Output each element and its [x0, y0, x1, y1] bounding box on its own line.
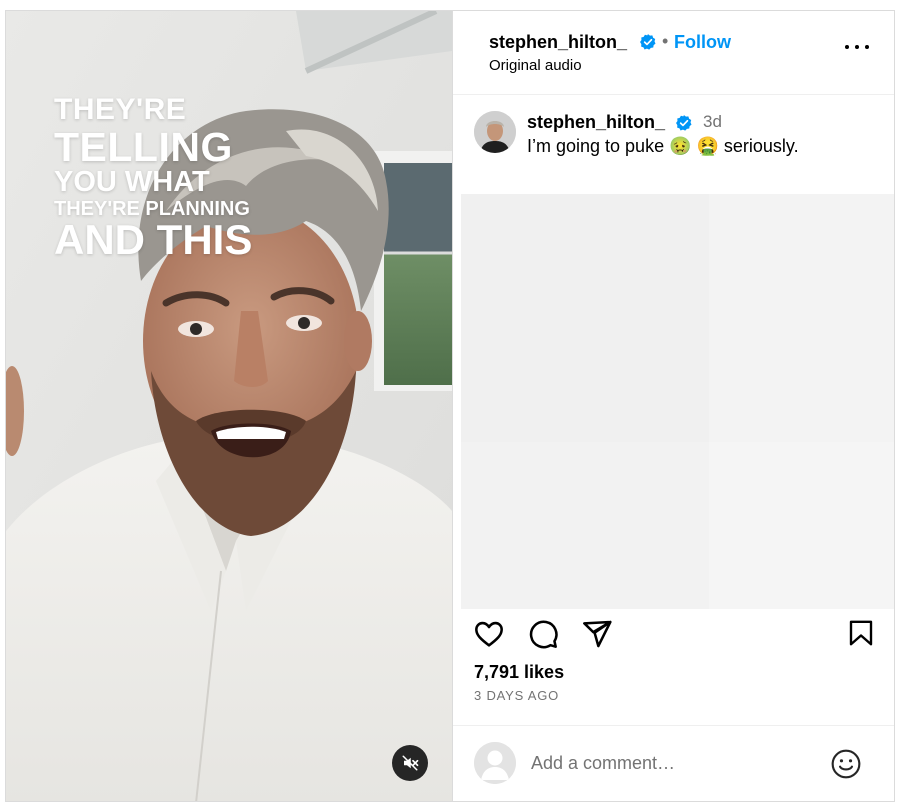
add-comment-bar — [453, 725, 894, 801]
mute-icon — [402, 755, 419, 771]
likes-count[interactable]: 7,791 likes — [474, 662, 564, 683]
overlay-line-5: AND THIS — [54, 216, 253, 263]
post-timestamp[interactable]: 3 DAYS AGO — [474, 688, 559, 703]
placeholder-tile — [461, 194, 709, 442]
post-side-panel: stephen_hilton_ • Follow Original audio … — [452, 11, 894, 801]
overlay-line-3: YOU WHAT — [54, 166, 210, 198]
placeholder-tile — [709, 442, 894, 609]
post-modal: THEY'RE TELLING YOU WHAT THEY'RE PLANNIN… — [5, 10, 895, 802]
post-header: stephen_hilton_ • Follow Original audio — [453, 11, 894, 95]
comments-loading-placeholder — [461, 194, 894, 609]
share-icon[interactable] — [581, 618, 613, 650]
header-username-link[interactable]: stephen_hilton_ — [489, 32, 627, 53]
video-player[interactable]: THEY'RE TELLING YOU WHAT THEY'RE PLANNIN… — [6, 11, 452, 801]
comment-input[interactable] — [531, 748, 821, 778]
header-separator: • — [662, 31, 669, 51]
original-audio-link[interactable]: Original audio — [489, 57, 582, 74]
emoji-icon[interactable] — [830, 748, 862, 780]
video-caption-overlay: THEY'RE TELLING YOU WHAT THEY'RE PLANNIN… — [54, 95, 252, 261]
heart-icon[interactable] — [473, 618, 505, 650]
more-options-icon[interactable] — [845, 43, 869, 51]
caption-username-link[interactable]: stephen_hilton_ — [527, 112, 665, 133]
caption-avatar[interactable] — [474, 111, 516, 153]
verified-badge-icon — [640, 34, 656, 50]
avatar-image — [474, 111, 516, 153]
post-actions-bar — [453, 609, 894, 659]
placeholder-tile — [461, 442, 709, 609]
default-avatar-icon — [474, 742, 516, 784]
mute-toggle-button[interactable] — [392, 745, 428, 781]
caption-timestamp[interactable]: 3d — [703, 112, 722, 132]
overlay-line-1: THEY'RE — [54, 93, 187, 126]
bookmark-icon[interactable] — [846, 618, 876, 648]
verified-badge-icon — [676, 115, 692, 131]
overlay-line-2: TELLING — [54, 124, 233, 170]
placeholder-tile — [709, 194, 894, 442]
caption-text: I’m going to puke 🤢 🤮 seriously. — [527, 136, 799, 156]
follow-button[interactable]: Follow — [674, 32, 731, 53]
current-user-avatar — [474, 742, 516, 784]
comment-icon[interactable] — [527, 618, 559, 650]
